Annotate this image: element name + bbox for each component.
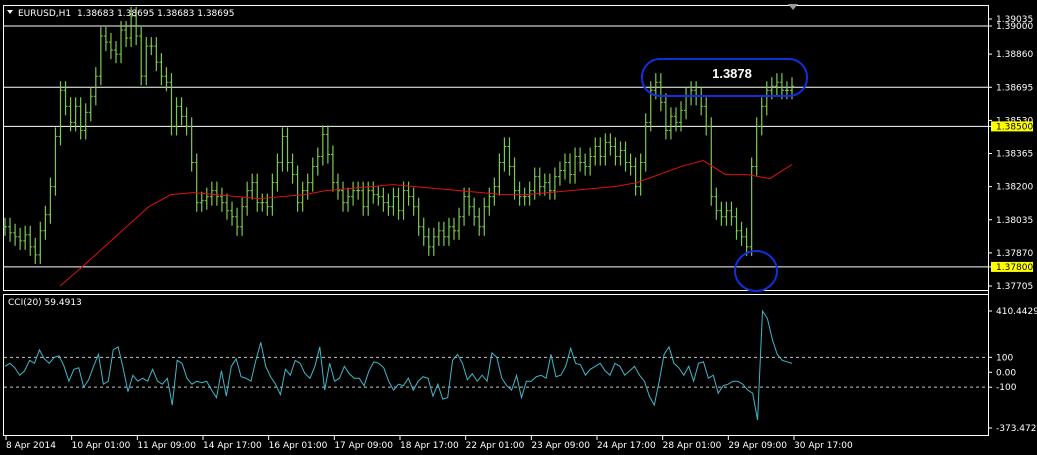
price-tick-label: 1.38500 <box>996 122 1033 132</box>
time-tick-label: 8 Apr 2014 <box>6 441 56 451</box>
price-axis: 1.390351.390001.388601.386951.385301.385… <box>988 15 1033 292</box>
time-tick-label: 17 Apr 09:00 <box>334 441 393 451</box>
price-tick-label: 1.37800 <box>996 263 1033 273</box>
triangle-down-icon[interactable] <box>7 10 13 14</box>
cci-tick-label: 100 <box>996 353 1013 363</box>
cci-line <box>4 309 793 421</box>
price-tick-label: 1.38200 <box>996 183 1033 193</box>
price-tick-label: 1.37705 <box>996 282 1033 292</box>
support-ellipse[interactable] <box>734 250 778 292</box>
cci-tick-label: 410.4429 <box>996 307 1037 317</box>
price-tick-label: 1.38035 <box>996 216 1033 226</box>
time-tick-label: 29 Apr 09:00 <box>728 441 787 451</box>
cci-tick-label: 0.00 <box>996 368 1016 378</box>
time-tick-label: 11 Apr 09:00 <box>137 441 196 451</box>
price-bars <box>3 6 794 264</box>
price-tick-label: 1.38860 <box>996 50 1033 60</box>
time-tick-label: 28 Apr 01:00 <box>663 441 722 451</box>
time-tick-label: 24 Apr 17:00 <box>597 441 656 451</box>
time-tick-label: 23 Apr 09:00 <box>531 441 590 451</box>
ohlc-values: 1.38683 1.38695 1.38683 1.38695 <box>77 9 234 19</box>
chart-window[interactable]: 1.3878 EURUSD,H1 1.38683 1.38695 1.38683… <box>0 0 1037 455</box>
time-tick-label: 14 Apr 17:00 <box>203 441 262 451</box>
time-tick-label: 18 Apr 17:00 <box>400 441 459 451</box>
cci-panel-frame <box>3 294 989 436</box>
cci-title: CCI(20) 59.4913 <box>8 298 82 308</box>
cci-tick-label: -100 <box>996 383 1017 393</box>
price-tick-label: 1.39000 <box>996 22 1033 32</box>
time-tick-label: 30 Apr 17:00 <box>794 441 853 451</box>
time-tick-label: 22 Apr 01:00 <box>466 441 525 451</box>
cci-tick-label: -373.4729 <box>996 424 1037 434</box>
symbol-label: EURUSD,H1 <box>18 9 71 19</box>
resistance-label: 1.3878 <box>712 66 752 81</box>
price-tick-label: 1.37870 <box>996 249 1033 259</box>
price-tick-label: 1.38365 <box>996 150 1033 160</box>
horizontal-level-lines[interactable] <box>4 25 988 268</box>
time-tick-label: 10 Apr 01:00 <box>72 441 131 451</box>
time-tick-label: 16 Apr 01:00 <box>269 441 328 451</box>
price-tick-label: 1.38695 <box>996 83 1033 93</box>
cci-axis: 410.4429 100 0.00 -100 -373.4729 <box>988 307 1037 434</box>
triangle-down-icon[interactable] <box>788 4 798 10</box>
time-axis: 8 Apr 2014 10 Apr 01:00 11 Apr 09:00 14 Apr… <box>5 436 853 451</box>
